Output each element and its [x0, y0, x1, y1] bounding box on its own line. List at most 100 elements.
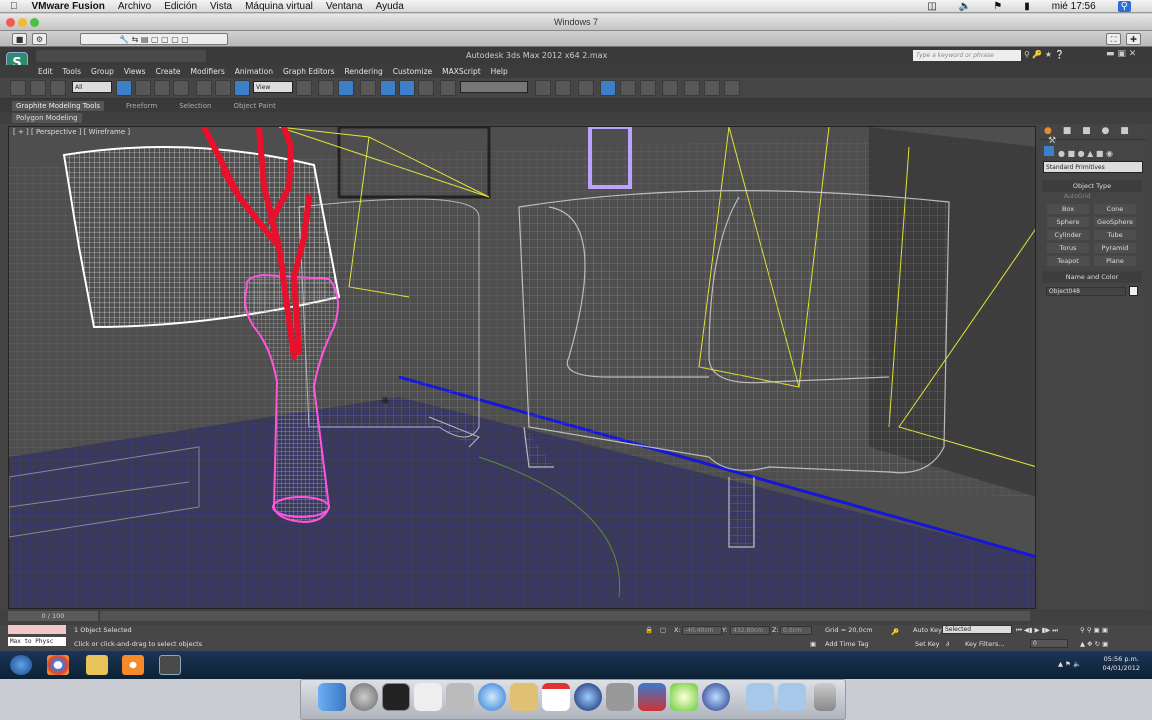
vmware-fusion-icon[interactable]: [638, 683, 666, 711]
zoom-window-button[interactable]: [30, 18, 39, 27]
create-category-icons[interactable]: ● ■ ● ▲ ■ ◉: [1044, 146, 1144, 158]
menu-maquina-virtual[interactable]: Máquina virtual: [245, 1, 313, 12]
rotate-icon[interactable]: [215, 80, 231, 96]
info-center-icons[interactable]: ⚲ 🔑 ★ ❔: [1024, 50, 1088, 61]
menu-rendering[interactable]: Rendering: [344, 67, 382, 76]
pyramid-button[interactable]: Pyramid: [1094, 243, 1136, 253]
maxscript-mini-listener[interactable]: Max to Physc: [8, 637, 66, 646]
utilities-tab-icon[interactable]: ⚒: [1048, 136, 1056, 146]
y-coordinate-field[interactable]: 432,80cm: [730, 626, 770, 635]
app-menu[interactable]: VMware Fusion: [32, 1, 105, 12]
key-filters-icon[interactable]: ∂: [946, 640, 949, 648]
vm-unity-button[interactable]: ✚: [1126, 33, 1141, 45]
cylinder-button[interactable]: Cylinder: [1047, 230, 1089, 240]
menu-modifiers[interactable]: Modifiers: [191, 67, 225, 76]
max-window-controls[interactable]: ▬ ▣ ✕: [1106, 49, 1136, 59]
box-button[interactable]: Box: [1047, 204, 1089, 214]
menu-views[interactable]: Views: [124, 67, 146, 76]
launchpad-icon[interactable]: [350, 683, 378, 711]
preview-icon[interactable]: [446, 683, 474, 711]
chrome-icon[interactable]: [47, 655, 69, 675]
pivot-center-icon[interactable]: [296, 80, 312, 96]
bind-space-warp-icon[interactable]: [50, 80, 66, 96]
downloads-folder-icon[interactable]: [778, 683, 806, 711]
graphite-toggle-icon[interactable]: [600, 80, 616, 96]
z-coordinate-field[interactable]: 0,0cm: [780, 626, 812, 635]
menu-maxscript[interactable]: MAXScript: [442, 67, 481, 76]
keyboard-shortcut-icon[interactable]: [338, 80, 354, 96]
angle-snap-icon[interactable]: [380, 80, 396, 96]
plane-button[interactable]: Plane: [1094, 256, 1136, 266]
snaps-toggle-icon[interactable]: [360, 80, 376, 96]
set-key-button[interactable]: Set Key: [915, 640, 940, 648]
mac-clock[interactable]: mié 17:56: [1052, 1, 1096, 12]
viewport-nav-controls[interactable]: ⚲ ⚲ ▣ ▣: [1080, 626, 1108, 634]
menu-ayuda[interactable]: Ayuda: [376, 1, 404, 12]
vm-device-buttons[interactable]: 🔧 ⇆ ▤ ▢ ▢ ▢ ▢: [80, 33, 228, 45]
display-tab-icon[interactable]: ■: [1120, 126, 1129, 136]
viewport-label[interactable]: [ + ] [ Perspective ] [ Wireframe ]: [13, 128, 130, 136]
ichat-icon[interactable]: [670, 683, 698, 711]
maxscript-listener[interactable]: [8, 625, 66, 634]
geosphere-button[interactable]: GeoSphere: [1094, 217, 1136, 227]
manipulate-icon[interactable]: [318, 80, 334, 96]
auto-key-button[interactable]: Auto Key: [913, 626, 942, 634]
render-production-icon[interactable]: [724, 80, 740, 96]
unlink-icon[interactable]: [30, 80, 46, 96]
time-tag-icon[interactable]: ▣: [810, 640, 816, 648]
curve-editor-icon[interactable]: [620, 80, 636, 96]
menu-ventana[interactable]: Ventana: [326, 1, 363, 12]
applications-folder-icon[interactable]: [746, 683, 774, 711]
rect-selection-icon[interactable]: [154, 80, 170, 96]
perspective-viewport[interactable]: [ + ] [ Perspective ] [ Wireframe ] ❋: [8, 126, 1036, 609]
windows-clock[interactable]: 05:56 p.m. 04/01/2012: [1103, 655, 1140, 673]
itunes-icon[interactable]: [574, 683, 602, 711]
motion-tab-icon[interactable]: ●: [1102, 126, 1110, 136]
align-icon[interactable]: [555, 80, 571, 96]
hierarchy-tab-icon[interactable]: ■: [1082, 126, 1091, 136]
minimize-window-button[interactable]: [18, 18, 27, 27]
cone-button[interactable]: Cone: [1094, 204, 1136, 214]
menu-edit[interactable]: Edit: [38, 67, 53, 76]
vm-suspend-button[interactable]: ■: [12, 33, 27, 45]
key-icon[interactable]: 🔑: [891, 628, 899, 636]
teapot-button[interactable]: Teapot: [1047, 256, 1089, 266]
quick-access-toolbar[interactable]: [36, 50, 206, 62]
spotlight-icon[interactable]: ⚲: [1117, 0, 1131, 12]
select-by-name-icon[interactable]: [135, 80, 151, 96]
primitive-type-dropdown[interactable]: Standard Primitives: [1043, 161, 1143, 173]
menu-tools[interactable]: Tools: [63, 67, 81, 76]
track-bar[interactable]: [100, 611, 1030, 621]
finder-icon[interactable]: [318, 683, 346, 711]
help-search-input[interactable]: Type a keyword or phrase: [913, 50, 1021, 61]
time-slider[interactable]: 0 / 100: [8, 611, 98, 621]
autogrid-checkbox[interactable]: AutoGrid: [1064, 193, 1091, 200]
tab-freeform[interactable]: Freeform: [126, 102, 157, 110]
tab-object-paint[interactable]: Object Paint: [233, 102, 275, 110]
volume-icon[interactable]: 🔈: [959, 1, 971, 12]
selection-filter-dropdown[interactable]: All: [72, 81, 112, 93]
windows-start-icon[interactable]: [10, 655, 32, 675]
x-coordinate-field[interactable]: -40,49cm: [682, 626, 722, 635]
scale-icon[interactable]: [234, 80, 250, 96]
polygon-modeling-panel[interactable]: Polygon Modeling: [12, 113, 82, 123]
reference-coordinate-dropdown[interactable]: View: [253, 81, 293, 93]
tray-icons[interactable]: ▲ ⚑ 🔈: [1058, 660, 1081, 668]
window-crossing-icon[interactable]: [173, 80, 189, 96]
system-preferences-icon[interactable]: [606, 683, 634, 711]
menu-vista[interactable]: Vista: [210, 1, 232, 12]
torus-button[interactable]: Torus: [1047, 243, 1089, 253]
battery-icon[interactable]: ▮: [1024, 1, 1030, 12]
vm-fullscreen-button[interactable]: ⛶: [1106, 33, 1121, 45]
apple-icon[interactable]: : [10, 1, 18, 12]
viewport-nav-controls-2[interactable]: ▲ ✥ ↻ ▣: [1080, 640, 1108, 648]
object-type-header[interactable]: Object Type: [1042, 180, 1142, 192]
link-icon[interactable]: [10, 80, 26, 96]
move-icon[interactable]: [196, 80, 212, 96]
key-mode-dropdown[interactable]: Selected: [942, 625, 1012, 634]
menu-create[interactable]: Create: [156, 67, 181, 76]
edit-named-selection-icon[interactable]: [440, 80, 456, 96]
modify-tab-icon[interactable]: ■: [1063, 126, 1072, 136]
object-color-swatch[interactable]: [1129, 286, 1138, 296]
tab-selection[interactable]: Selection: [179, 102, 211, 110]
